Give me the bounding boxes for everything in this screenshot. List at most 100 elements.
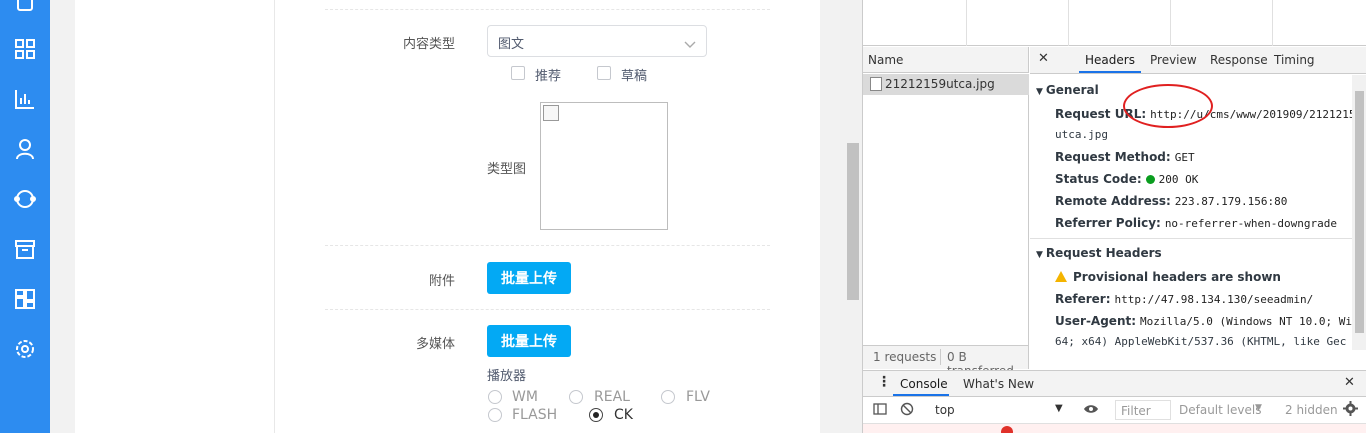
referrer-policy-row: Referrer Policy: no-referrer-when-downgra… <box>1055 216 1337 230</box>
request-headers-section-header[interactable]: ▼ Request Headers <box>1036 246 1162 260</box>
close-drawer-icon[interactable]: ✕ <box>1344 375 1355 390</box>
page-gutter <box>50 0 75 433</box>
player-option-flash: FLASH <box>512 407 558 423</box>
active-tab-indicator <box>1079 71 1141 73</box>
player-radio-real[interactable] <box>569 390 583 404</box>
tab-headers[interactable]: Headers <box>1085 53 1135 67</box>
broken-image-icon <box>543 105 559 121</box>
player-radio-ck[interactable] <box>589 408 603 422</box>
box-icon[interactable] <box>13 237 37 261</box>
filter-placeholder: Filter <box>1121 404 1151 418</box>
chevron-down-icon <box>684 35 696 54</box>
multimedia-upload-button[interactable]: 批量上传 <box>487 325 571 357</box>
status-code-value: 200 OK <box>1158 173 1199 186</box>
attachment-upload-button[interactable]: 批量上传 <box>487 262 571 294</box>
request-filename: 21212159utca.jpg <box>885 77 995 91</box>
draft-checkbox[interactable] <box>597 66 611 80</box>
side-nav <box>0 0 50 433</box>
content-type-select[interactable]: 图文 <box>487 25 707 57</box>
console-filter-input[interactable]: Filter <box>1115 400 1171 420</box>
general-section-header[interactable]: ▼ General <box>1036 83 1099 97</box>
request-url-continued: utca.jpg <box>1055 128 1108 141</box>
divider <box>325 245 770 246</box>
context-select[interactable]: top <box>935 403 955 417</box>
timeline-gridline <box>1068 0 1069 46</box>
content-type-label: 内容类型 <box>402 37 455 52</box>
status-code-label: Status Code: <box>1055 172 1142 186</box>
log-levels-select[interactable]: Default levels <box>1179 403 1261 417</box>
grid-icon[interactable] <box>13 37 37 61</box>
document-icon[interactable] <box>13 0 37 14</box>
referrer-policy-value: no-referrer-when-downgrade <box>1164 217 1337 230</box>
player-label: 播放器 <box>487 369 527 384</box>
sidebar-toggle-icon[interactable] <box>873 402 887 419</box>
divider <box>325 309 770 310</box>
close-icon[interactable]: ✕ <box>1038 51 1049 66</box>
draft-label: 草稿 <box>621 69 648 84</box>
section-divider <box>1030 238 1352 239</box>
chart-icon[interactable] <box>13 87 37 111</box>
tab-timing[interactable]: Timing <box>1274 53 1315 67</box>
page-scrollbar-thumb[interactable] <box>847 143 859 300</box>
dashboard-icon[interactable] <box>13 287 37 311</box>
content-type-value: 图文 <box>498 37 525 52</box>
timeline-gridline <box>966 0 967 46</box>
multimedia-label: 多媒体 <box>415 337 455 352</box>
player-option-wm: WM <box>512 389 538 405</box>
context-dropdown-icon[interactable]: ▼ <box>1055 403 1063 414</box>
request-method-row: Request Method: GET <box>1055 150 1195 164</box>
general-title: General <box>1045 83 1099 97</box>
tab-response[interactable]: Response <box>1210 53 1268 67</box>
refresh-icon[interactable] <box>13 187 37 211</box>
network-timeline <box>863 0 1366 46</box>
tab-console[interactable]: Console <box>900 377 948 391</box>
player-radio-wm[interactable] <box>488 390 502 404</box>
drawer-tabs: ⋮ Console What's New ✕ <box>863 370 1366 397</box>
network-status-bar: 1 requests 0 B transferred <box>863 345 1029 378</box>
provisional-warning: Provisional headers are shown <box>1055 270 1281 284</box>
levels-dropdown-icon: ▼ <box>1255 403 1262 413</box>
timeline-gridline <box>1272 0 1273 46</box>
request-method-value: GET <box>1174 151 1195 164</box>
remote-address-value: 223.87.179.156:80 <box>1174 195 1288 208</box>
tab-preview[interactable]: Preview <box>1150 53 1197 67</box>
player-option-flv: FLV <box>686 389 710 405</box>
eye-icon[interactable] <box>1083 402 1099 419</box>
user-icon[interactable] <box>13 137 37 161</box>
status-separator <box>940 349 941 365</box>
divider <box>325 9 770 10</box>
tab-whats-new[interactable]: What's New <box>963 377 1034 391</box>
referer-value: http://47.98.134.130/seeadmin/ <box>1114 293 1314 306</box>
user-agent-row: User-Agent: Mozilla/5.0 (Windows NT 10.0;… <box>1055 314 1352 328</box>
console-error-line <box>863 424 1366 433</box>
detail-scrollbar[interactable] <box>1352 75 1366 350</box>
remote-address-label: Remote Address: <box>1055 194 1171 208</box>
image-file-icon <box>870 77 882 91</box>
name-column-header[interactable]: Name <box>863 47 1029 73</box>
warning-icon <box>1055 271 1067 282</box>
player-radio-flash[interactable] <box>488 408 502 422</box>
clear-console-icon[interactable] <box>900 402 914 419</box>
more-menu-icon[interactable]: ⋮ <box>877 374 891 390</box>
error-icon <box>1001 426 1013 433</box>
detail-scrollbar-thumb[interactable] <box>1355 91 1364 333</box>
request-headers-title: Request Headers <box>1045 246 1162 260</box>
hidden-count: 2 hidden <box>1285 403 1338 417</box>
attachment-label: 附件 <box>428 274 455 289</box>
request-method-label: Request Method: <box>1055 150 1171 164</box>
settings-icon[interactable] <box>13 337 37 361</box>
status-ok-icon <box>1145 175 1155 184</box>
recommend-checkbox[interactable] <box>511 66 525 80</box>
referrer-policy-label: Referrer Policy: <box>1055 216 1161 230</box>
timeline-gridline <box>1170 0 1171 46</box>
player-option-ck: CK <box>614 407 633 423</box>
request-row[interactable]: 21212159utca.jpg <box>863 74 1029 95</box>
devtools-panel: Name 21212159utca.jpg 1 requests 0 B tra… <box>862 0 1366 433</box>
console-settings-icon[interactable] <box>1343 401 1358 419</box>
column-divider <box>274 0 275 433</box>
name-header-label: Name <box>868 53 904 67</box>
type-image-preview[interactable] <box>540 102 668 230</box>
player-radio-flv[interactable] <box>661 390 675 404</box>
provisional-text: Provisional headers are shown <box>1073 270 1281 284</box>
referer-label: Referer: <box>1055 292 1111 306</box>
